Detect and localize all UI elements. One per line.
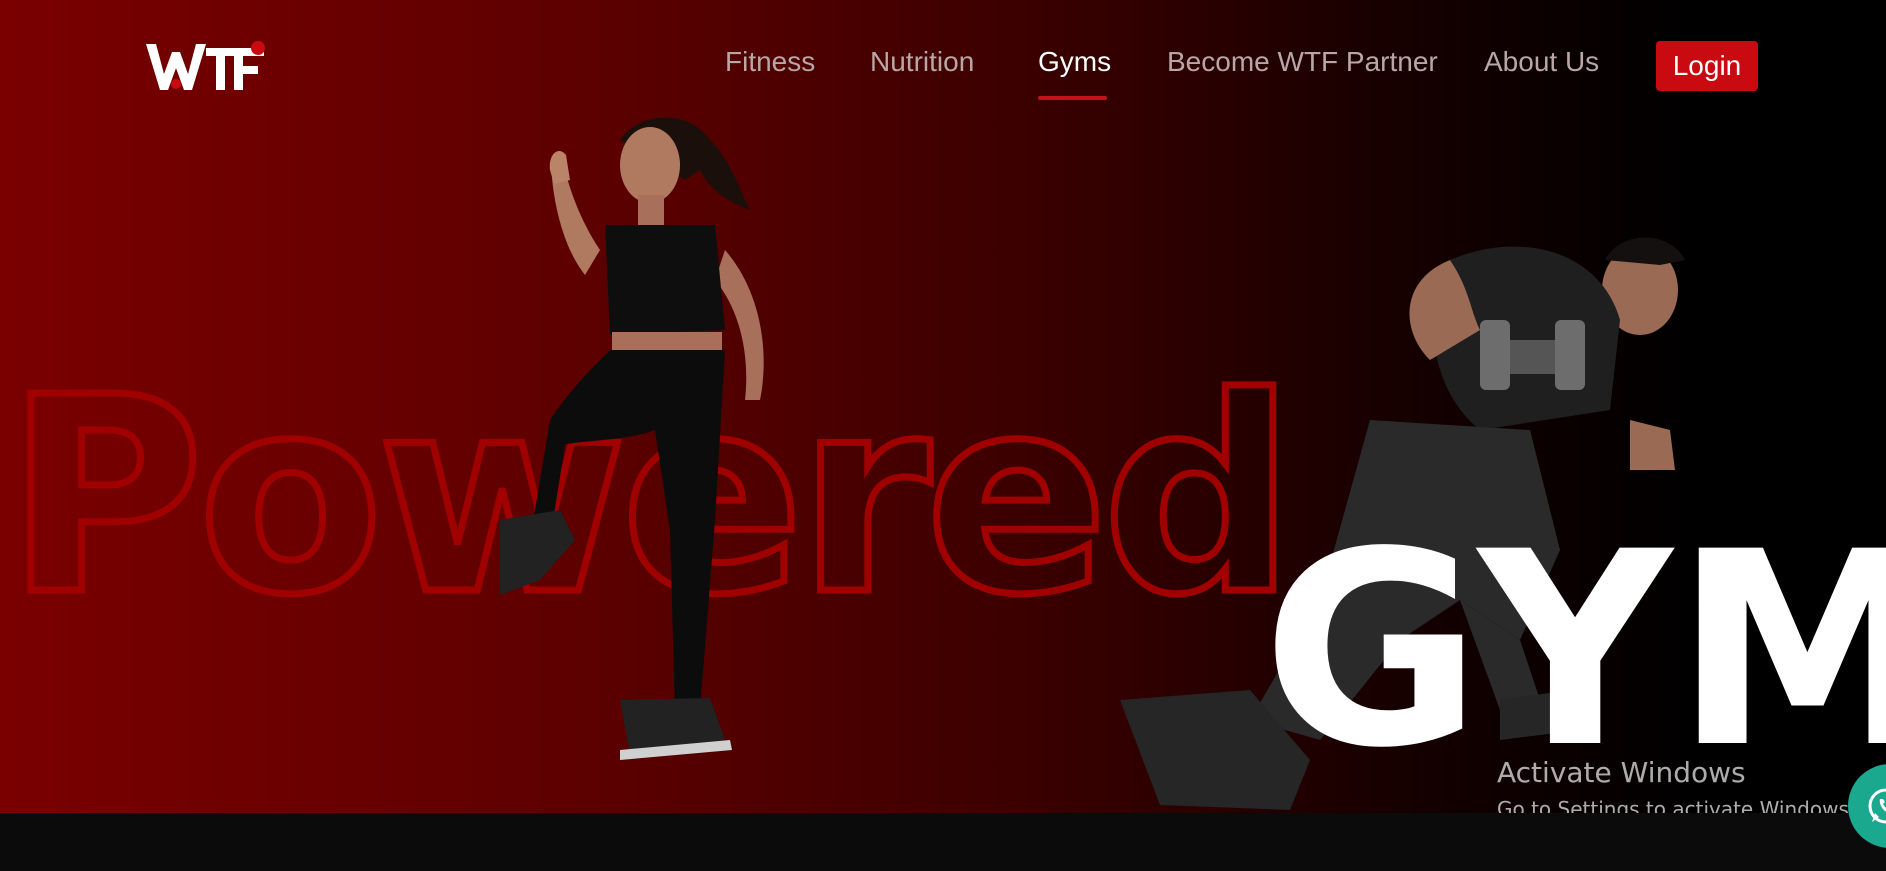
nav-active-indicator (1038, 96, 1107, 100)
nav-item-nutrition[interactable]: Nutrition (870, 46, 974, 78)
hero-headline: GYM (1262, 495, 1886, 807)
hero-section: Powered GYM Fitness Nutrition Gyms Becom… (0, 0, 1886, 813)
main-nav: Fitness Nutrition Gyms Become WTF Partne… (0, 42, 1886, 92)
nav-item-fitness[interactable]: Fitness (725, 46, 815, 78)
windows-activation-watermark: Activate Windows Go to Settings to activ… (1497, 756, 1855, 813)
nav-item-gyms[interactable]: Gyms (1038, 46, 1111, 78)
nav-item-become-partner[interactable]: Become WTF Partner (1167, 46, 1438, 78)
bottom-bar (0, 813, 1886, 871)
watermark-line-1: Activate Windows (1497, 756, 1746, 789)
nav-item-about-us[interactable]: About Us (1484, 46, 1599, 78)
whatsapp-icon (1868, 788, 1886, 824)
login-button[interactable]: Login (1656, 41, 1758, 91)
watermark-line-2: Go to Settings to activate Windows. (1497, 797, 1856, 813)
female-athlete-image (470, 100, 790, 812)
